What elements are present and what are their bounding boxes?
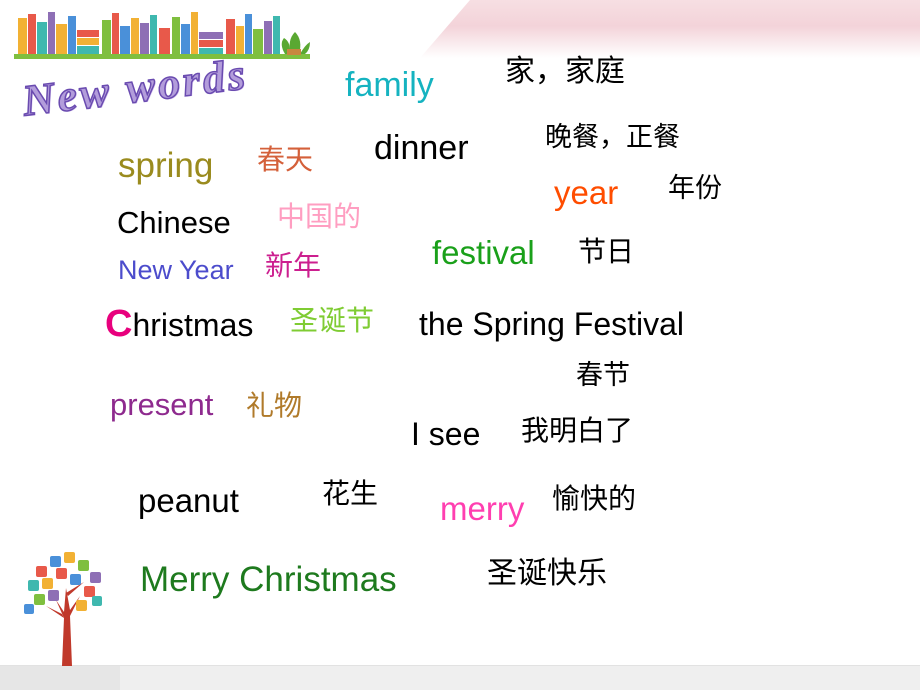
vocabulary-list: New words family 家，家庭 dinner 晚餐，正餐 sprin… [0, 0, 920, 690]
word-present-cn: 礼物 [246, 389, 303, 422]
word-present-en: present [110, 387, 214, 422]
word-peanut-en: peanut [138, 482, 239, 519]
word-spring-en: spring [118, 146, 214, 185]
word-christmas-initial: C [105, 303, 133, 345]
word-dinner-cn: 晚餐，正餐 [545, 122, 680, 153]
word-family-cn: 家，家庭 [505, 54, 625, 89]
word-i-see-cn: 我明白了 [521, 414, 634, 447]
word-i-see-en: I see [411, 416, 481, 452]
word-year-cn: 年份 [668, 173, 722, 204]
word-festival-en: festival [432, 234, 535, 271]
word-christmas-rest: hristmas [132, 307, 254, 343]
word-festival-cn: 节日 [578, 235, 635, 268]
word-spring-festival-en: the Spring Festival [419, 306, 685, 342]
word-dinner-en: dinner [374, 129, 469, 167]
word-chinese-cn: 中国的 [277, 200, 362, 233]
word-chinese-en: Chinese [117, 205, 231, 240]
word-family-en: family [345, 66, 434, 104]
word-peanut-cn: 花生 [322, 477, 379, 510]
word-new-year-cn: 新年 [265, 249, 322, 282]
word-merry-en: merry [440, 490, 525, 527]
word-merry-christmas-cn: 圣诞快乐 [487, 556, 607, 591]
word-merry-christmas-en: Merry Christmas [140, 560, 397, 599]
word-spring-cn: 春天 [257, 143, 314, 176]
page-title: New words [19, 49, 251, 127]
word-spring-festival-cn: 春节 [576, 360, 630, 391]
word-year-en: year [554, 174, 619, 211]
word-merry-cn: 愉快的 [552, 482, 637, 515]
word-christmas-en: Christmas [105, 305, 253, 343]
word-christmas-cn: 圣诞节 [290, 304, 375, 337]
word-new-year-en: New Year [118, 255, 234, 285]
